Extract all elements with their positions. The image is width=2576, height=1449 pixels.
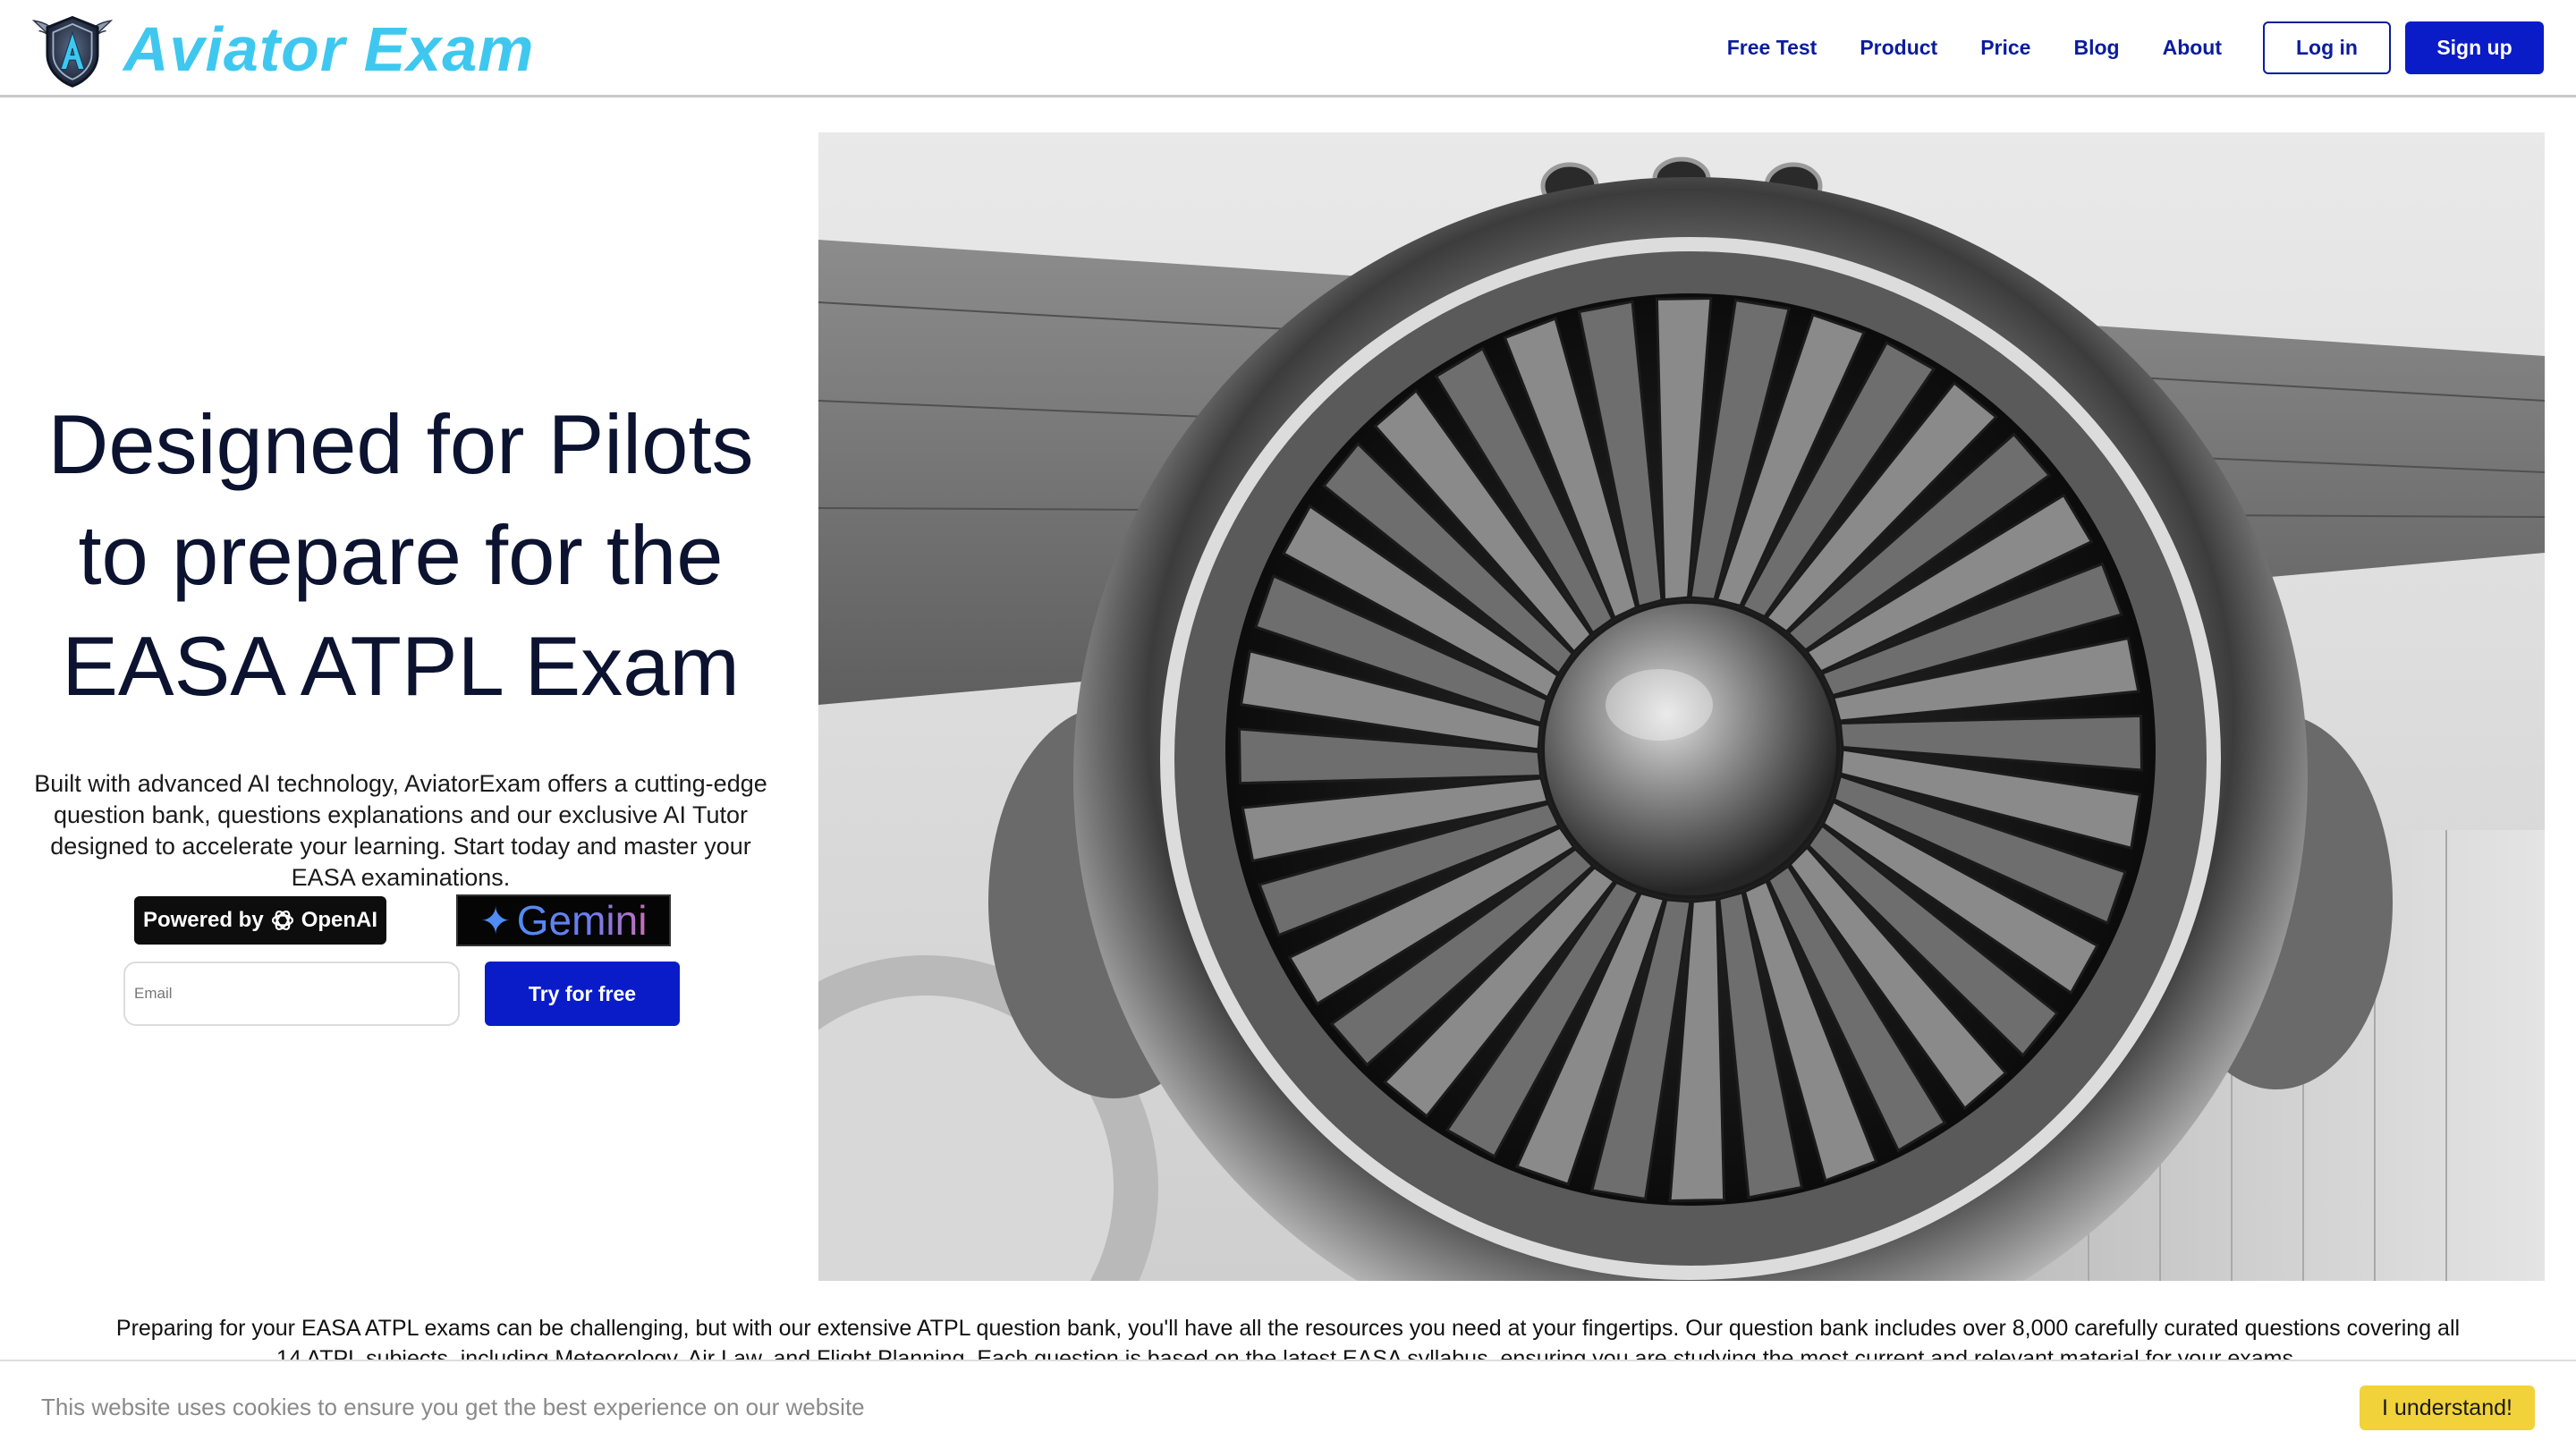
cookie-accept-button[interactable]: I understand!	[2360, 1385, 2535, 1430]
jet-engine-illustration	[818, 132, 2545, 1281]
login-button[interactable]: Log in	[2263, 21, 2391, 74]
site-header: Aviator Exam Free Test Product Price Blo…	[0, 0, 2576, 97]
nav-free-test[interactable]: Free Test	[1727, 36, 1818, 60]
jet-engine-photo	[818, 132, 2545, 1281]
hero-title-line-1: Designed for Pilots	[47, 397, 754, 491]
hero-copy: Designed for Pilots to prepare for the E…	[25, 389, 776, 894]
nav-blog[interactable]: Blog	[2073, 36, 2119, 60]
main-nav: Free Test Product Price Blog About Log i…	[1684, 21, 2544, 74]
ai-partner-badges: Powered by OpenAI ✦ Gemini	[134, 894, 671, 946]
gemini-sparkle-icon: ✦	[479, 899, 512, 942]
cookie-consent-bar: This website uses cookies to ensure you …	[0, 1360, 2576, 1449]
openai-badge-name: OpenAI	[301, 908, 378, 932]
nav-about[interactable]: About	[2163, 36, 2222, 60]
openai-badge-prefix: Powered by	[142, 908, 264, 932]
hero-title-line-3: EASA ATPL Exam	[62, 619, 740, 713]
try-for-free-button[interactable]: Try for free	[485, 962, 680, 1026]
signup-button[interactable]: Sign up	[2405, 21, 2544, 74]
brand-logo[interactable]: Aviator Exam	[30, 9, 534, 89]
gemini-badge-name: Gemini	[516, 897, 648, 944]
hero-title: Designed for Pilots to prepare for the E…	[25, 389, 776, 722]
hero-subtitle: Built with advanced AI technology, Aviat…	[34, 770, 767, 891]
openai-logo-icon	[271, 910, 293, 931]
nav-product[interactable]: Product	[1860, 36, 1937, 60]
nav-price[interactable]: Price	[1980, 36, 2030, 60]
winged-shield-logo-icon	[31, 15, 114, 88]
hero-title-line-2: to prepare for the	[78, 508, 724, 602]
openai-badge[interactable]: Powered by OpenAI	[134, 896, 386, 945]
gemini-badge[interactable]: ✦ Gemini	[456, 894, 671, 946]
cookie-message: This website uses cookies to ensure you …	[41, 1394, 865, 1420]
brand-name: Aviator Exam	[123, 14, 535, 84]
email-signup-form: Try for free	[123, 962, 680, 1026]
email-input[interactable]	[123, 962, 460, 1026]
